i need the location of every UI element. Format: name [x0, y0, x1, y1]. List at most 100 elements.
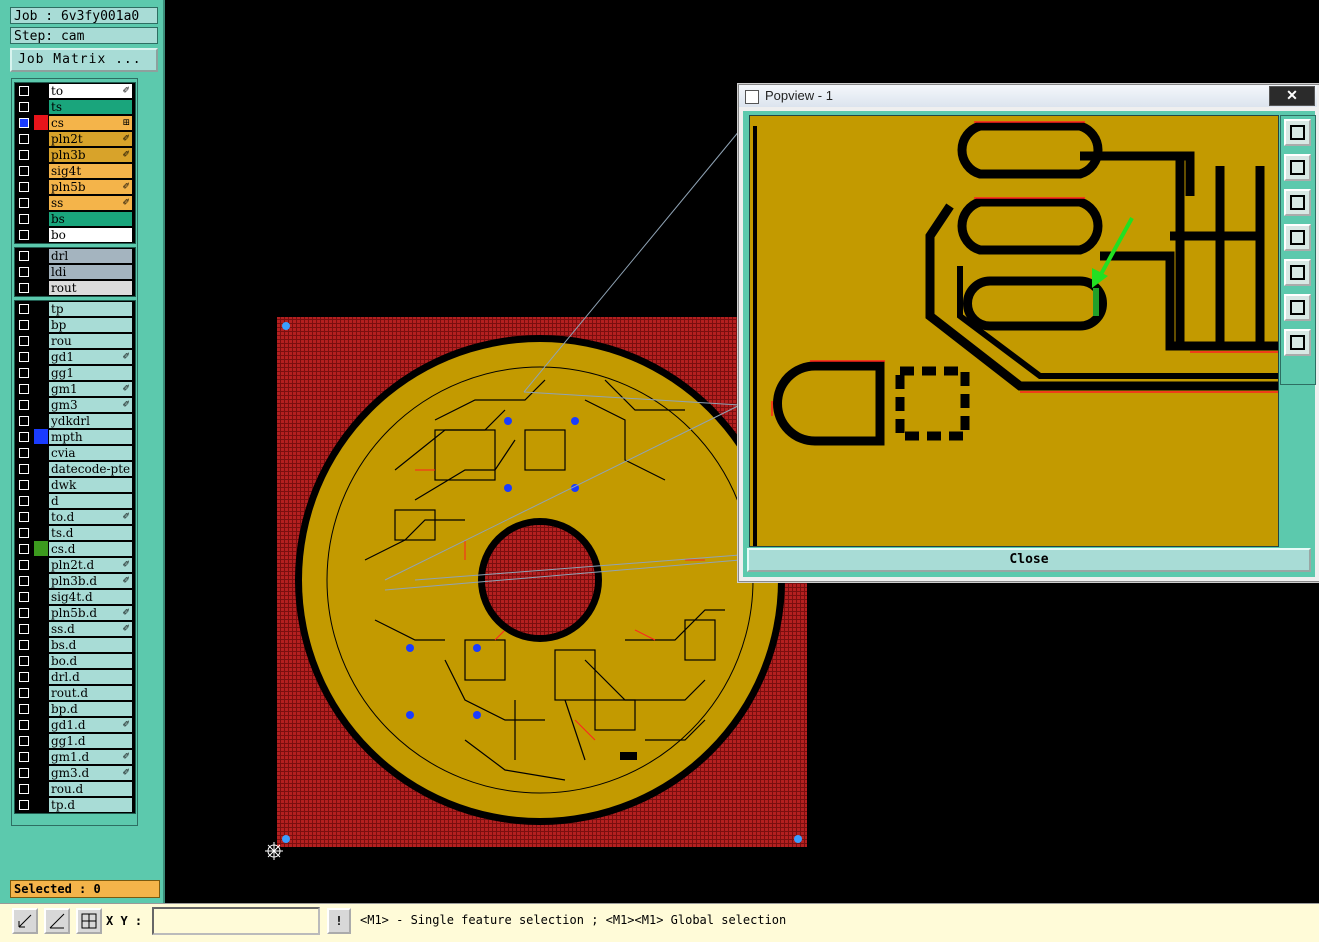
layer-name[interactable]: gd1 ✐	[49, 350, 132, 364]
layer-checkbox[interactable]	[19, 182, 29, 192]
layer-color-swatch[interactable]	[34, 413, 48, 428]
layer-checkbox[interactable]	[19, 86, 29, 96]
layer-color-swatch[interactable]	[34, 557, 48, 572]
layer-row[interactable]: sig4t.d	[15, 589, 135, 605]
layer-name[interactable]: gm1 ✐	[49, 382, 132, 396]
layer-name[interactable]: pln5b ✐	[49, 180, 132, 194]
layer-color-swatch[interactable]	[34, 749, 48, 764]
zoom-fit-icon[interactable]	[1284, 119, 1311, 146]
layer-name[interactable]: gm3 ✐	[49, 398, 132, 412]
layer-name[interactable]: gg1.d	[49, 734, 132, 748]
layer-color-swatch[interactable]	[34, 365, 48, 380]
layer-checkbox[interactable]	[19, 608, 29, 618]
layer-name[interactable]: ts.d	[49, 526, 132, 540]
layer-row[interactable]: mpth	[15, 429, 135, 445]
layer-name[interactable]: ss.d ✐	[49, 622, 132, 636]
layer-name[interactable]: gm1.d ✐	[49, 750, 132, 764]
layer-color-swatch[interactable]	[34, 781, 48, 796]
layer-name[interactable]: pln3b ✐	[49, 148, 132, 162]
layer-checkbox[interactable]	[19, 576, 29, 586]
layer-name[interactable]: rout	[49, 281, 132, 295]
layer-color-swatch[interactable]	[34, 349, 48, 364]
layer-row[interactable]: cs.d	[15, 541, 135, 557]
layer-name[interactable]: bo.d	[49, 654, 132, 668]
layer-checkbox[interactable]	[19, 150, 29, 160]
layer-checkbox[interactable]	[19, 672, 29, 682]
layer-color-swatch[interactable]	[34, 397, 48, 412]
layer-color-swatch[interactable]	[34, 429, 48, 444]
layer-row[interactable]: ss ✐	[15, 195, 135, 211]
layer-checkbox[interactable]	[19, 736, 29, 746]
layer-checkbox[interactable]	[19, 416, 29, 426]
layer-row[interactable]: pln2t ✐	[15, 131, 135, 147]
pan-left-icon[interactable]	[1284, 224, 1311, 251]
layer-row[interactable]: rout.d	[15, 685, 135, 701]
layer-row[interactable]: gg1.d	[15, 733, 135, 749]
layer-row[interactable]: cs ⊞	[15, 115, 135, 131]
layer-name[interactable]: bp	[49, 318, 132, 332]
layer-name[interactable]: gd1.d ✐	[49, 718, 132, 732]
layer-row[interactable]: pln5b ✐	[15, 179, 135, 195]
layer-color-swatch[interactable]	[34, 701, 48, 716]
alert-button[interactable]: !	[327, 908, 351, 934]
layer-color-swatch[interactable]	[34, 605, 48, 620]
layer-color-swatch[interactable]	[34, 317, 48, 332]
layer-color-swatch[interactable]	[34, 333, 48, 348]
layer-row[interactable]: ydkdrl	[15, 413, 135, 429]
layer-color-swatch[interactable]	[34, 131, 48, 146]
job-matrix-button[interactable]: Job Matrix ...	[10, 48, 158, 72]
layer-checkbox[interactable]	[19, 384, 29, 394]
layer-color-swatch[interactable]	[34, 280, 48, 295]
layer-checkbox[interactable]	[19, 720, 29, 730]
layer-name[interactable]: bs	[49, 212, 132, 226]
layer-checkbox[interactable]	[19, 134, 29, 144]
popview-window[interactable]: Popview - 1 ✕ Close	[738, 84, 1319, 582]
layer-name[interactable]: ss ✐	[49, 196, 132, 210]
layer-row[interactable]: ldi	[15, 264, 135, 280]
layer-checkbox[interactable]	[19, 480, 29, 490]
layer-checkbox[interactable]	[19, 592, 29, 602]
layer-name[interactable]: sig4t.d	[49, 590, 132, 604]
layer-color-swatch[interactable]	[34, 509, 48, 524]
layer-checkbox[interactable]	[19, 102, 29, 112]
layer-row[interactable]: bs	[15, 211, 135, 227]
layer-checkbox[interactable]	[19, 528, 29, 538]
layer-color-swatch[interactable]	[34, 717, 48, 732]
window-close-button[interactable]: ✕	[1269, 86, 1315, 106]
layer-checkbox[interactable]	[19, 304, 29, 314]
layer-checkbox[interactable]	[19, 267, 29, 277]
layer-row[interactable]: gd1.d ✐	[15, 717, 135, 733]
zoom-in-icon[interactable]	[1284, 294, 1311, 321]
layer-name[interactable]: bs.d	[49, 638, 132, 652]
layer-color-swatch[interactable]	[34, 541, 48, 556]
pan-up-icon[interactable]	[1284, 154, 1311, 181]
layer-checkbox[interactable]	[19, 784, 29, 794]
layer-row[interactable]: bs.d	[15, 637, 135, 653]
layer-color-swatch[interactable]	[34, 227, 48, 242]
layer-row[interactable]: rout	[15, 280, 135, 296]
layer-name[interactable]: gg1	[49, 366, 132, 380]
layer-row[interactable]: ss.d ✐	[15, 621, 135, 637]
layer-color-swatch[interactable]	[34, 493, 48, 508]
layer-name[interactable]: to.d ✐	[49, 510, 132, 524]
layer-checkbox[interactable]	[19, 320, 29, 330]
layer-checkbox[interactable]	[19, 166, 29, 176]
layer-name[interactable]: ydkdrl	[49, 414, 132, 428]
layer-color-swatch[interactable]	[34, 525, 48, 540]
layer-row[interactable]: pln3b ✐	[15, 147, 135, 163]
layer-row[interactable]: gd1 ✐	[15, 349, 135, 365]
layer-color-swatch[interactable]	[34, 163, 48, 178]
layer-color-swatch[interactable]	[34, 637, 48, 652]
layer-color-swatch[interactable]	[34, 264, 48, 279]
layer-color-swatch[interactable]	[34, 99, 48, 114]
layer-color-swatch[interactable]	[34, 733, 48, 748]
layer-checkbox[interactable]	[19, 432, 29, 442]
layer-name[interactable]: ts	[49, 100, 132, 114]
layer-name[interactable]: rou.d	[49, 782, 132, 796]
layer-name[interactable]: tp	[49, 302, 132, 316]
layer-checkbox[interactable]	[19, 251, 29, 261]
layer-name[interactable]: pln5b.d ✐	[49, 606, 132, 620]
layer-checkbox[interactable]	[19, 800, 29, 810]
layer-checkbox[interactable]	[19, 768, 29, 778]
layer-checkbox[interactable]	[19, 118, 29, 128]
